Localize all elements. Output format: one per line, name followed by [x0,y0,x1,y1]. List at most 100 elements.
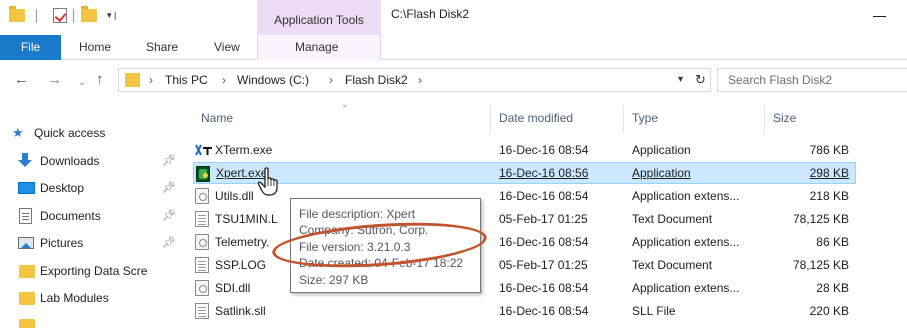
hand-cursor-icon [257,167,283,197]
text-file-icon [195,211,209,227]
documents-icon [19,208,32,224]
tooltip-size: Size: 297 KB [299,273,369,287]
address-row: ← → ⌄ ↑ › This PC › Windows (C:) › Flash… [0,61,907,101]
customize-quick-access-icon[interactable]: ▾ | [107,10,116,20]
address-bar[interactable]: › This PC › Windows (C:) › Flash Disk2 ›… [118,68,711,92]
file-date: 16-Dec-16 08:54 [499,304,589,318]
column-divider[interactable] [490,105,491,133]
file-name: XTerm.exe [215,143,273,157]
file-size: 218 KB [809,189,849,203]
breadcrumb-this-pc[interactable]: This PC [165,73,208,87]
dll-icon [195,280,209,296]
nav-item-lab-modules[interactable]: Lab Modules [0,286,186,312]
nav-item-pictures[interactable]: Pictures 📌︎ [0,231,186,257]
search-placeholder: Search Flash Disk2 [728,73,833,87]
up-arrow-icon[interactable]: ↑ [96,72,104,88]
file-date: 05-Feb-17 01:25 [499,258,588,272]
file-type: Application extens... [632,235,740,249]
column-divider[interactable] [623,105,624,133]
new-folder-icon[interactable] [81,6,97,22]
forward-arrow-icon[interactable]: → [47,72,62,88]
application-tools-context-tab: Application Tools [257,0,381,35]
nav-item-label: Pictures [40,236,84,250]
tab-manage[interactable]: Manage [295,35,338,60]
file-size: 78,125 KB [792,212,849,226]
folder-icon [19,292,35,305]
text-file-icon [195,303,209,319]
tab-share[interactable]: Share [146,35,178,60]
breadcrumb-separator-icon[interactable]: › [329,73,333,87]
file-size: 298 KB [809,166,849,180]
file-size: 86 KB [816,235,849,249]
folder-icon[interactable] [9,6,25,22]
column-header-name[interactable]: Name [201,111,233,125]
file-date: 16-Dec-16 08:54 [499,143,589,157]
column-header-size[interactable]: Size [773,111,796,125]
nav-item-label: Quick access [34,126,106,140]
pin-icon[interactable]: 📌︎ [162,236,176,249]
column-header-date[interactable]: Date modified [499,111,573,125]
nav-item-documents[interactable]: Documents 📌︎ [0,204,186,230]
sort-chevron-icon[interactable]: ⌄ [341,101,349,110]
search-input[interactable]: Search Flash Disk2 [717,68,907,92]
file-row-xterm[interactable]: XTerm.exe 16-Dec-16 08:54 Application 78… [193,139,856,161]
properties-check-icon[interactable] [53,8,67,23]
tab-view[interactable]: View [214,35,240,60]
column-header-type[interactable]: Type [632,111,658,125]
file-date: 16-Dec-16 08:54 [499,189,589,203]
nav-item-label: Documents [40,209,101,223]
minimize-button[interactable] [873,16,886,17]
desktop-icon [18,182,35,194]
nav-item-label: Downloads [40,154,100,168]
text-file-icon [195,257,209,273]
back-arrow-icon[interactable]: ← [14,72,29,88]
window-title: C:\Flash Disk2 [391,7,470,21]
breadcrumb-flash-disk2[interactable]: Flash Disk2 [345,73,408,87]
folder-icon [19,319,35,328]
address-dropdown-icon[interactable]: ▾ [678,74,683,85]
file-name: Satlink.sll [215,304,266,318]
tooltip-description: File description: Xpert [299,207,416,221]
file-type: Application [632,143,691,157]
toolbar-divider [36,9,37,23]
dll-icon [195,234,209,250]
dll-icon [195,188,209,204]
refresh-icon[interactable]: ↻ [695,72,706,88]
breadcrumb-separator-icon[interactable]: › [149,73,153,87]
ribbon-tabs: File Home Share View Manage [0,35,907,60]
file-date: 16-Dec-16 08:54 [499,235,589,249]
file-size: 28 KB [816,281,849,295]
pin-icon[interactable]: 📌︎ [162,181,176,194]
star-icon: ★ [12,125,24,140]
tab-file[interactable]: File [0,35,61,60]
file-name: Utils.dll [215,189,254,203]
download-icon [18,153,32,168]
breadcrumb-separator-icon[interactable]: › [418,73,422,87]
application-tools-label: Application Tools [274,13,364,27]
file-type: SLL File [632,304,676,318]
file-date: 16-Dec-16 08:56 [499,166,589,180]
file-name: SDI.dll [215,281,251,295]
pin-icon[interactable]: 📌︎ [162,154,176,167]
file-size: 786 KB [809,143,849,157]
file-name: SSP.LOG [215,258,267,272]
nav-item-downloads[interactable]: Downloads 📌︎ [0,149,186,175]
breadcrumb-windows-c[interactable]: Windows (C:) [237,73,309,87]
nav-item-desktop[interactable]: Desktop 📌︎ [0,176,186,202]
nav-item-partial[interactable] [0,313,186,328]
nav-item-quick-access[interactable]: ★ Quick access [0,121,186,147]
folder-icon [19,265,35,278]
pictures-icon [18,237,34,249]
column-divider[interactable] [764,105,765,133]
pin-icon[interactable]: 📌︎ [162,209,176,222]
tab-home[interactable]: Home [79,35,111,60]
navigation-pane: ★ Quick access Downloads 📌︎ Desktop 📌︎ D… [0,101,186,328]
recent-locations-chevron-icon[interactable]: ⌄ [78,75,86,91]
file-size: 220 KB [809,304,849,318]
nav-item-exporting-data[interactable]: Exporting Data Scre [0,259,186,285]
breadcrumb-separator-icon[interactable]: › [222,73,226,87]
file-row-satlink[interactable]: Satlink.sll 16-Dec-16 08:54 SLL File 220… [193,300,856,322]
file-row-xpert[interactable]: Xpert.exe 16-Dec-16 08:56 Application 29… [193,162,856,184]
file-type: Text Document [632,212,713,226]
file-type: Application [632,166,691,180]
